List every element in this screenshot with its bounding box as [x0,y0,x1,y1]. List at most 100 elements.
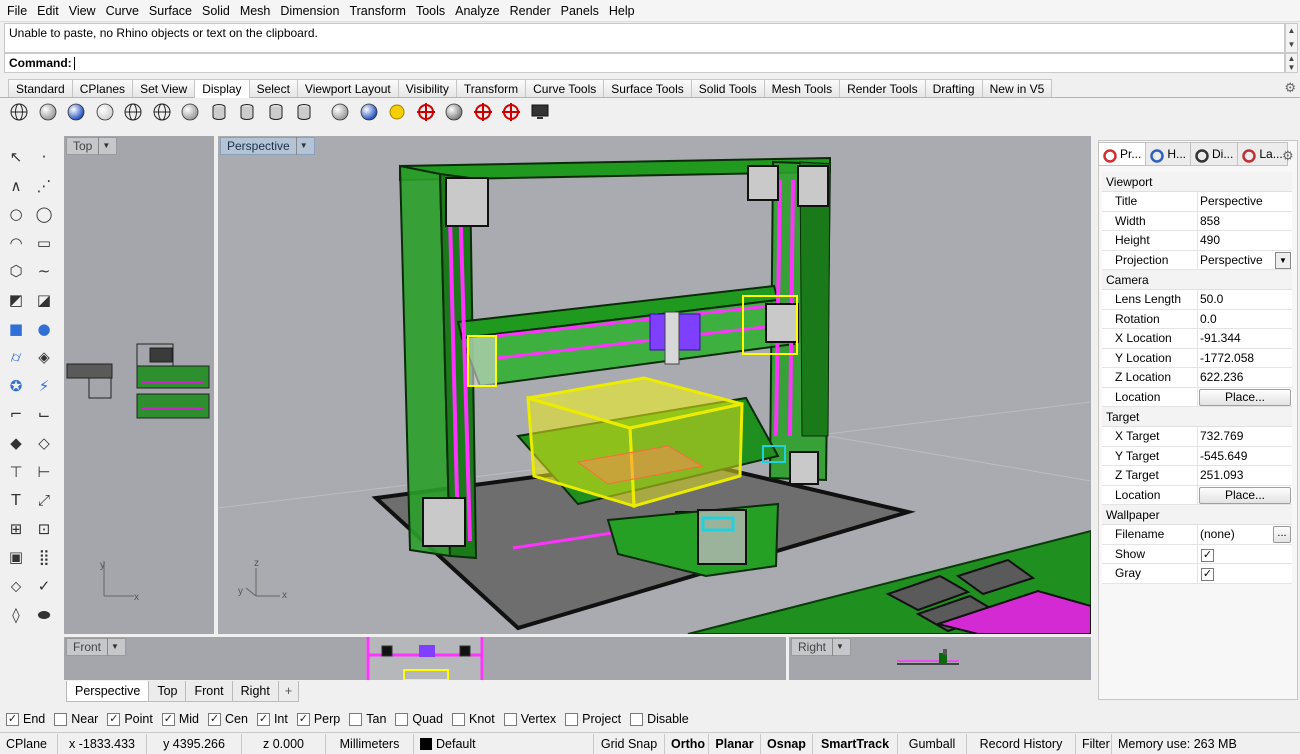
render-icon[interactable]: ◊ [4,603,28,627]
dimension-icon[interactable]: ⤢ [32,488,56,512]
array-icon[interactable]: ⊡ [32,517,56,541]
wireframe-icon[interactable] [6,100,32,124]
tab-transform[interactable]: Transform [455,79,527,97]
menu-render[interactable]: Render [505,4,556,18]
ghosted-icon[interactable] [92,100,118,124]
render-mesh-icon[interactable] [327,100,353,124]
xray-icon[interactable] [120,100,146,124]
command-history-scrollbar[interactable]: ▲ ▼ [1285,23,1298,53]
viewport-front[interactable]: Front ▼ [64,637,786,680]
osnap-project-checkbox[interactable] [565,712,579,726]
chevron-down-icon[interactable]: ▼ [107,638,119,656]
tab-mesh-tools[interactable]: Mesh Tools [763,79,841,97]
tab-display[interactable]: Display [194,79,250,98]
cplane-status[interactable]: CPlane [0,733,58,754]
menu-analyze[interactable]: Analyze [450,4,504,18]
display-monitor-icon[interactable] [527,100,553,124]
viewport-tab-right[interactable]: Right [231,681,279,702]
tab-solid-tools[interactable]: Solid Tools [690,79,765,97]
viewport-tab-perspective[interactable]: Perspective [66,681,150,702]
polyline-icon[interactable]: ∧ [4,174,28,198]
shaded-icon[interactable] [35,100,61,124]
chevron-down-icon[interactable]: ▼ [832,638,844,656]
property-value-rotation[interactable]: 0.0 [1198,310,1292,329]
viewport-perspective[interactable]: z x y Perspective ▼ [218,136,1091,634]
arc-icon[interactable]: ◠ [4,231,28,255]
tab-set-view[interactable]: Set View [132,79,196,97]
osnap-toggle[interactable]: Osnap [761,733,813,754]
sphere-icon[interactable]: ● [32,317,56,341]
ungroup-icon[interactable]: ◇ [32,431,56,455]
osnap-knot-checkbox[interactable] [452,712,465,726]
viewport-right-title[interactable]: Right ▼ [791,638,851,656]
osnap-project[interactable]: Project [565,712,621,726]
osnap-cen[interactable]: ✓ Cen [208,712,248,726]
sun-icon[interactable] [413,100,439,124]
property-value-lens-length[interactable]: 50.0 [1198,290,1292,309]
cylinder-icon[interactable]: ⌭ [4,345,28,369]
tab-cplanes[interactable]: CPlanes [71,79,134,97]
osnap-int[interactable]: ✓ Int [256,712,288,726]
panel-settings-gear-icon[interactable]: ⚙ [1282,148,1294,164]
osnap-near[interactable]: Near [54,712,98,726]
tab-drafting[interactable]: Drafting [924,79,983,97]
menu-file[interactable]: File [2,4,32,18]
osnap-tan-checkbox[interactable] [349,712,363,726]
property-value-gray[interactable]: ✓ [1198,564,1292,583]
panel-tab-pr[interactable]: Pr... [1098,142,1147,166]
tab-surface-tools[interactable]: Surface Tools [603,79,692,97]
text-icon[interactable]: T [4,488,28,512]
clipping-plane-icon[interactable] [498,100,524,124]
panel-tab-la[interactable]: La... [1237,142,1288,166]
menu-tools[interactable]: Tools [411,4,450,18]
property-value-projection[interactable]: Perspective ▼ [1198,251,1292,270]
safe-frame-icon[interactable] [470,100,496,124]
property-value-y-location[interactable]: -1772.058 [1198,349,1292,368]
shade-selected-icon[interactable] [234,100,260,124]
align-icon[interactable]: ⣿ [32,545,56,569]
menu-solid[interactable]: Solid [197,4,235,18]
menu-surface[interactable]: Surface [144,4,197,18]
ortho-toggle[interactable]: Ortho [665,733,709,754]
pen-icon[interactable] [206,100,232,124]
osnap-tan[interactable]: Tan [349,712,386,726]
boolean-difference-icon[interactable]: ⚡ [32,374,56,398]
tab-new-in-v5[interactable]: New in V5 [981,79,1053,97]
command-line[interactable]: Command: [4,53,1285,73]
property-value-z-location[interactable]: 622.236 [1198,368,1292,387]
tab-render-tools[interactable]: Render Tools [839,79,926,97]
wireframe-selected-icon[interactable] [263,100,289,124]
gumball-toggle[interactable]: Gumball [898,733,967,754]
rectangle-icon[interactable]: ▭ [32,231,56,255]
browse-button[interactable]: ... [1273,526,1291,543]
menu-curve[interactable]: Curve [101,4,144,18]
osnap-vertex-checkbox[interactable] [503,712,517,726]
place-button[interactable]: Place... [1199,486,1291,504]
polygon-icon[interactable]: ⬡ [4,259,28,283]
panel-tab-h[interactable]: H... [1145,142,1192,166]
property-value-title[interactable]: Perspective [1198,192,1292,211]
extrude-icon[interactable]: ◪ [32,288,56,312]
viewport-right[interactable]: Right ▼ [789,637,1091,680]
control-point-curve-icon[interactable]: ⋰ [32,174,56,198]
point-icon[interactable]: · [32,145,56,169]
command-line-scrollbar[interactable]: ▲ ▼ [1285,53,1298,73]
menu-transform[interactable]: Transform [344,4,411,18]
rendered-icon[interactable] [63,100,89,124]
chevron-down-icon[interactable]: ▼ [295,137,308,155]
osnap-cen-checkbox[interactable]: ✓ [208,712,221,726]
lights-icon[interactable] [356,100,382,124]
group-icon[interactable]: ◆ [4,431,28,455]
grid-snap-toggle[interactable]: Grid Snap [594,733,665,754]
add-viewport-tab-button[interactable]: + [277,681,300,702]
snap-grid-icon[interactable]: ▣ [4,545,28,569]
menu-dimension[interactable]: Dimension [275,4,344,18]
osnap-quad[interactable]: Quad [395,712,443,726]
menu-view[interactable]: View [64,4,101,18]
property-value-y-target[interactable]: -545.649 [1198,447,1292,466]
osnap-disable[interactable]: Disable [630,712,689,726]
gray-checkbox[interactable]: ✓ [1201,568,1214,581]
osnap-point-checkbox[interactable]: ✓ [107,712,121,726]
osnap-vertex[interactable]: Vertex [503,712,556,726]
property-value-show[interactable]: ✓ [1198,545,1292,564]
